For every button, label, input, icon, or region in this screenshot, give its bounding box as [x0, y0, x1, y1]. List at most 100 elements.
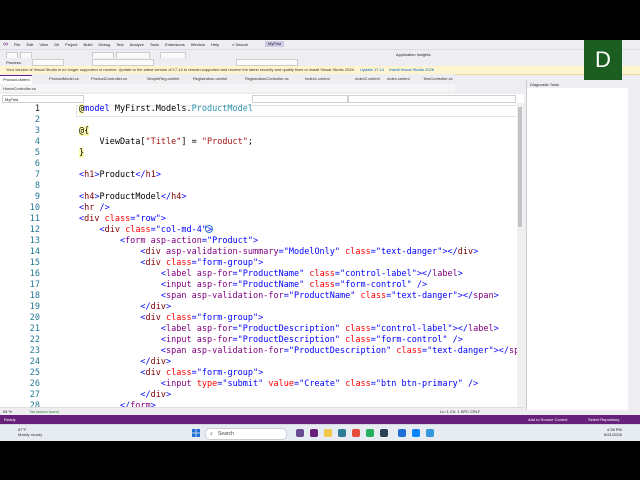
- vertical-scrollbar[interactable]: [517, 103, 524, 407]
- stack-frame-dropdown[interactable]: [236, 59, 298, 66]
- lifecycle-events-dropdown[interactable]: [92, 59, 154, 66]
- code-line[interactable]: ViewData["Title"] = "Product";: [79, 137, 253, 148]
- tab-productcontroller-cs[interactable]: ProductController.cs: [88, 75, 130, 83]
- search-menu[interactable]: ⌕ Search: [232, 42, 248, 47]
- tab-index-cshtml[interactable]: Index.cshtml: [384, 75, 412, 83]
- windows-start-icon[interactable]: [192, 429, 200, 437]
- app-icon-green[interactable]: [366, 429, 374, 437]
- code-line[interactable]: <label asp-for="ProductDescription" clas…: [79, 324, 499, 335]
- application-insights[interactable]: Application Insights: [396, 52, 430, 57]
- line-number: 26: [29, 379, 40, 389]
- process-label: Process:: [6, 60, 22, 65]
- tab-productmodel-cs[interactable]: ProductModel.cs: [46, 75, 82, 83]
- menu-item-extensions[interactable]: Extensions: [165, 42, 185, 47]
- code-line[interactable]: <span asp-validation-for="ProductDescrip…: [79, 346, 524, 357]
- store-icon[interactable]: [398, 429, 406, 437]
- menu-item-git[interactable]: Git: [54, 42, 59, 47]
- update-link[interactable]: Update 17.14: [360, 67, 384, 72]
- code-line[interactable]: <input asp-for="ProductDescription" clas…: [79, 335, 463, 346]
- app-icon-dark[interactable]: [380, 429, 388, 437]
- code-token: div: [145, 258, 161, 268]
- app-icon-red[interactable]: [352, 429, 360, 437]
- code-line[interactable]: <input type="submit" value="Create" clas…: [79, 379, 478, 390]
- menu-item-tools[interactable]: Tools: [150, 42, 159, 47]
- code-token: <: [79, 291, 166, 301]
- line-number: 21: [29, 324, 40, 334]
- menu-item-project[interactable]: Project: [65, 42, 77, 47]
- taskbar-search[interactable]: ⌕ Search: [205, 428, 287, 440]
- code-line[interactable]: <div asp-validation-summary="ModelOnly" …: [79, 247, 478, 258]
- code-token: "Product": [206, 236, 254, 246]
- menu-item-help[interactable]: Help: [211, 42, 219, 47]
- code-line[interactable]: <div class="form-group">: [79, 258, 263, 269]
- code-token: "submit": [222, 379, 264, 389]
- line-number: 4: [34, 137, 40, 147]
- taskbar-clock[interactable]: 4:38 PM 6/21/2026: [604, 427, 622, 437]
- code-line[interactable]: <div class="row">: [79, 214, 166, 225]
- code-token: <: [79, 236, 126, 246]
- code-line[interactable]: <span asp-validation-for="ProductName" c…: [79, 291, 499, 302]
- member-dropdown[interactable]: [348, 95, 516, 103]
- code-line[interactable]: <div class="form-group">: [79, 368, 263, 379]
- code-token: </: [79, 390, 151, 400]
- menu-item-analyze[interactable]: Analyze: [130, 42, 144, 47]
- code-token: hr: [84, 203, 95, 213]
- code-token: class: [345, 379, 371, 389]
- add-to-source-control[interactable]: Add to Source Control: [528, 417, 567, 422]
- tab-registration-cshtml[interactable]: Registration.cshtml: [190, 75, 230, 83]
- menu-item-edit[interactable]: Edit: [26, 42, 33, 47]
- line-number: 9: [34, 192, 40, 202]
- code-token: >: [258, 313, 264, 323]
- visual-studio-taskbar-icon[interactable]: [310, 429, 318, 437]
- code-editor[interactable]: 1 2 3 4 5 6 7 8 9 10 11 12 13 14 15 16 17 18 19 20 21 22 23 24 2…: [0, 103, 524, 407]
- tab-product-cshtml[interactable]: Product.cshtml: [0, 75, 33, 84]
- select-repository[interactable]: Select Repository: [588, 417, 619, 422]
- install-link[interactable]: Install Visual Studio 2026: [389, 67, 434, 72]
- code-line[interactable]: <input asp-for="ProductName" class="form…: [79, 280, 427, 291]
- code-line[interactable]: </div>: [79, 357, 171, 368]
- code-line[interactable]: @{: [79, 126, 90, 137]
- type-dropdown[interactable]: [252, 95, 348, 103]
- menu-item-build[interactable]: Build: [84, 42, 93, 47]
- code-line[interactable]: </div>: [79, 390, 171, 401]
- issues-indicator[interactable]: No issues found: [30, 409, 59, 414]
- mail-icon[interactable]: [412, 429, 420, 437]
- code-line[interactable]: <hr />: [79, 203, 110, 214]
- tab-home-controller[interactable]: HomeController.cs: [0, 85, 39, 93]
- code-line[interactable]: <label asp-for="ProductName" class="cont…: [79, 269, 463, 280]
- code-token: >: [253, 236, 259, 246]
- menu-item-view[interactable]: View: [39, 42, 48, 47]
- code-line[interactable]: <form asp-action="Product">: [79, 236, 258, 247]
- tab-testcontroller-cs[interactable]: TestController.cs: [420, 75, 456, 83]
- zoom-level[interactable]: 94 %: [3, 409, 12, 414]
- code-token: value: [268, 379, 294, 389]
- code-token: "row": [135, 214, 161, 224]
- code-line[interactable]: }: [79, 148, 85, 159]
- code-token: class: [166, 368, 192, 378]
- line-number-margin: 1 2 3 4 5 6 7 8 9 10 11 12 13 14 15 16 17 18 19 20 21 22 23 24 2…: [0, 103, 76, 407]
- line-number: 2: [34, 115, 40, 125]
- tab-registrationcontroller-cs[interactable]: RegistrationController.cs: [242, 75, 292, 83]
- tab-index2-cshtml[interactable]: Index2.cshtml: [352, 75, 383, 83]
- code-line[interactable]: </div>: [79, 302, 171, 313]
- menu-item-test[interactable]: Test: [116, 42, 123, 47]
- tab-simplereg-cshtml[interactable]: SimpleReg.cshtml: [144, 75, 182, 83]
- file-explorer-icon[interactable]: [324, 429, 332, 437]
- code-line[interactable]: @model MyFirst.Models.ProductModel: [79, 104, 253, 115]
- code-token: div: [150, 357, 167, 367]
- tab-index1-cshtml[interactable]: Index1.cshtml: [302, 75, 333, 83]
- code-line[interactable]: <div class="form-group">: [79, 313, 263, 324]
- task-view-icon[interactable]: [296, 429, 304, 437]
- weather-widget[interactable]: 87°F Mostly cloudy: [18, 427, 42, 437]
- app-icon-blue[interactable]: [426, 429, 434, 437]
- code-line[interactable]: <h4>ProductModel</h4>: [79, 192, 187, 203]
- menu-item-file[interactable]: File: [14, 42, 20, 47]
- process-dropdown[interactable]: [32, 59, 64, 66]
- scrollbar-thumb[interactable]: [518, 107, 522, 227]
- menu-item-debug[interactable]: Debug: [98, 42, 110, 47]
- code-line[interactable]: <div class="col-md-4">: [79, 225, 212, 236]
- project-dropdown[interactable]: MyFirst: [2, 95, 84, 103]
- edge-icon[interactable]: [338, 429, 346, 437]
- code-line[interactable]: <h1>Product</h1>: [79, 170, 161, 181]
- menu-item-window[interactable]: Window: [191, 42, 205, 47]
